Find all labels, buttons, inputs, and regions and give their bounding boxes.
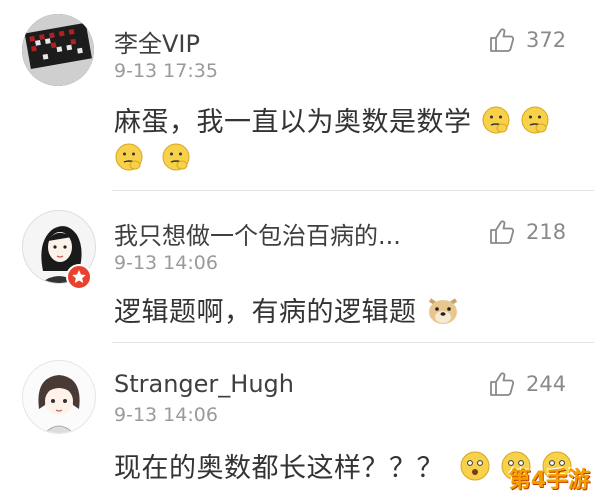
avatar[interactable] (22, 360, 96, 434)
comment-item: 李全VIP 9-13 17:35 372 麻蛋，我一直以为奥数是数学 (0, 0, 594, 188)
avatar-anime-girl (23, 361, 95, 433)
comment-time: 9-13 14:06 (114, 404, 218, 426)
comment-text: 麻蛋，我一直以为奥数是数学 (114, 100, 550, 142)
like-count: 372 (526, 28, 567, 52)
comment-time: 9-13 14:06 (114, 252, 218, 274)
comment-text-body: 逻辑题啊，有病的逻辑题 (114, 297, 417, 328)
thumbs-up-icon (490, 220, 515, 244)
comment-item: 我只想做一个包治百病的... 9-13 14:06 218 逻辑题啊，有病的逻辑… (0, 190, 594, 342)
comment-text: 逻辑题啊，有病的逻辑题 (114, 290, 460, 333)
thinking-emoji-icon (114, 142, 144, 179)
username[interactable]: 我只想做一个包治百病的... (114, 216, 401, 251)
username[interactable]: 李全VIP (114, 24, 200, 59)
doge-emoji-icon (426, 294, 460, 333)
comment-text-body: 麻蛋，我一直以为奥数是数学 (114, 107, 472, 138)
thumbs-up-icon (490, 372, 515, 396)
comment-text-body: 现在的奥数都长这样？？？ (114, 453, 444, 484)
comment-text: 现在的奥数都长这样？？？ (114, 446, 573, 489)
avatar-board-image (22, 14, 94, 86)
like-button[interactable]: 244 (488, 370, 566, 398)
avatar[interactable] (22, 14, 94, 86)
comment-item: Stranger_Hugh 9-13 14:06 244 现在的奥数都长这样？？… (0, 342, 594, 496)
surprised-emoji-icon (459, 450, 491, 489)
thinking-emoji-icon (161, 142, 191, 179)
thumbs-up-icon (490, 28, 515, 52)
thinking-emoji-icon (520, 105, 550, 142)
like-button[interactable]: 218 (488, 218, 566, 246)
username[interactable]: Stranger_Hugh (114, 370, 294, 398)
like-button[interactable]: 372 (488, 26, 566, 54)
vip-badge-icon (66, 264, 92, 290)
comment-time: 9-13 17:35 (114, 60, 218, 82)
like-count: 218 (526, 220, 567, 244)
comment-emoji-line (114, 142, 191, 179)
thinking-emoji-icon (481, 105, 511, 142)
like-count: 244 (526, 372, 567, 396)
watermark-logo: 第4手游 (508, 468, 590, 493)
